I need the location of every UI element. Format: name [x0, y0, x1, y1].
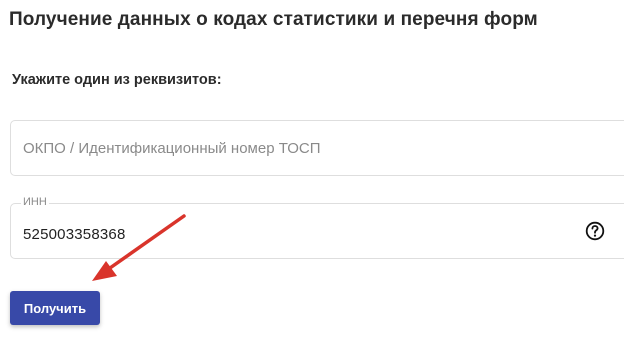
inn-input[interactable]: ИНН 525003358368 [10, 196, 624, 259]
submit-button[interactable]: Получить [10, 291, 100, 325]
okpo-placeholder: ОКПО / Идентификационный номер ТОСП [23, 140, 321, 157]
question-circle-icon[interactable] [585, 221, 605, 241]
inn-value: 525003358368 [23, 226, 126, 243]
okpo-input[interactable]: ОКПО / Идентификационный номер ТОСП [10, 120, 624, 176]
section-label: Укажите один из реквизитов: [12, 72, 222, 88]
page-title: Получение данных о кодах статистики и пе… [9, 9, 538, 30]
inn-label: ИНН [21, 196, 49, 208]
